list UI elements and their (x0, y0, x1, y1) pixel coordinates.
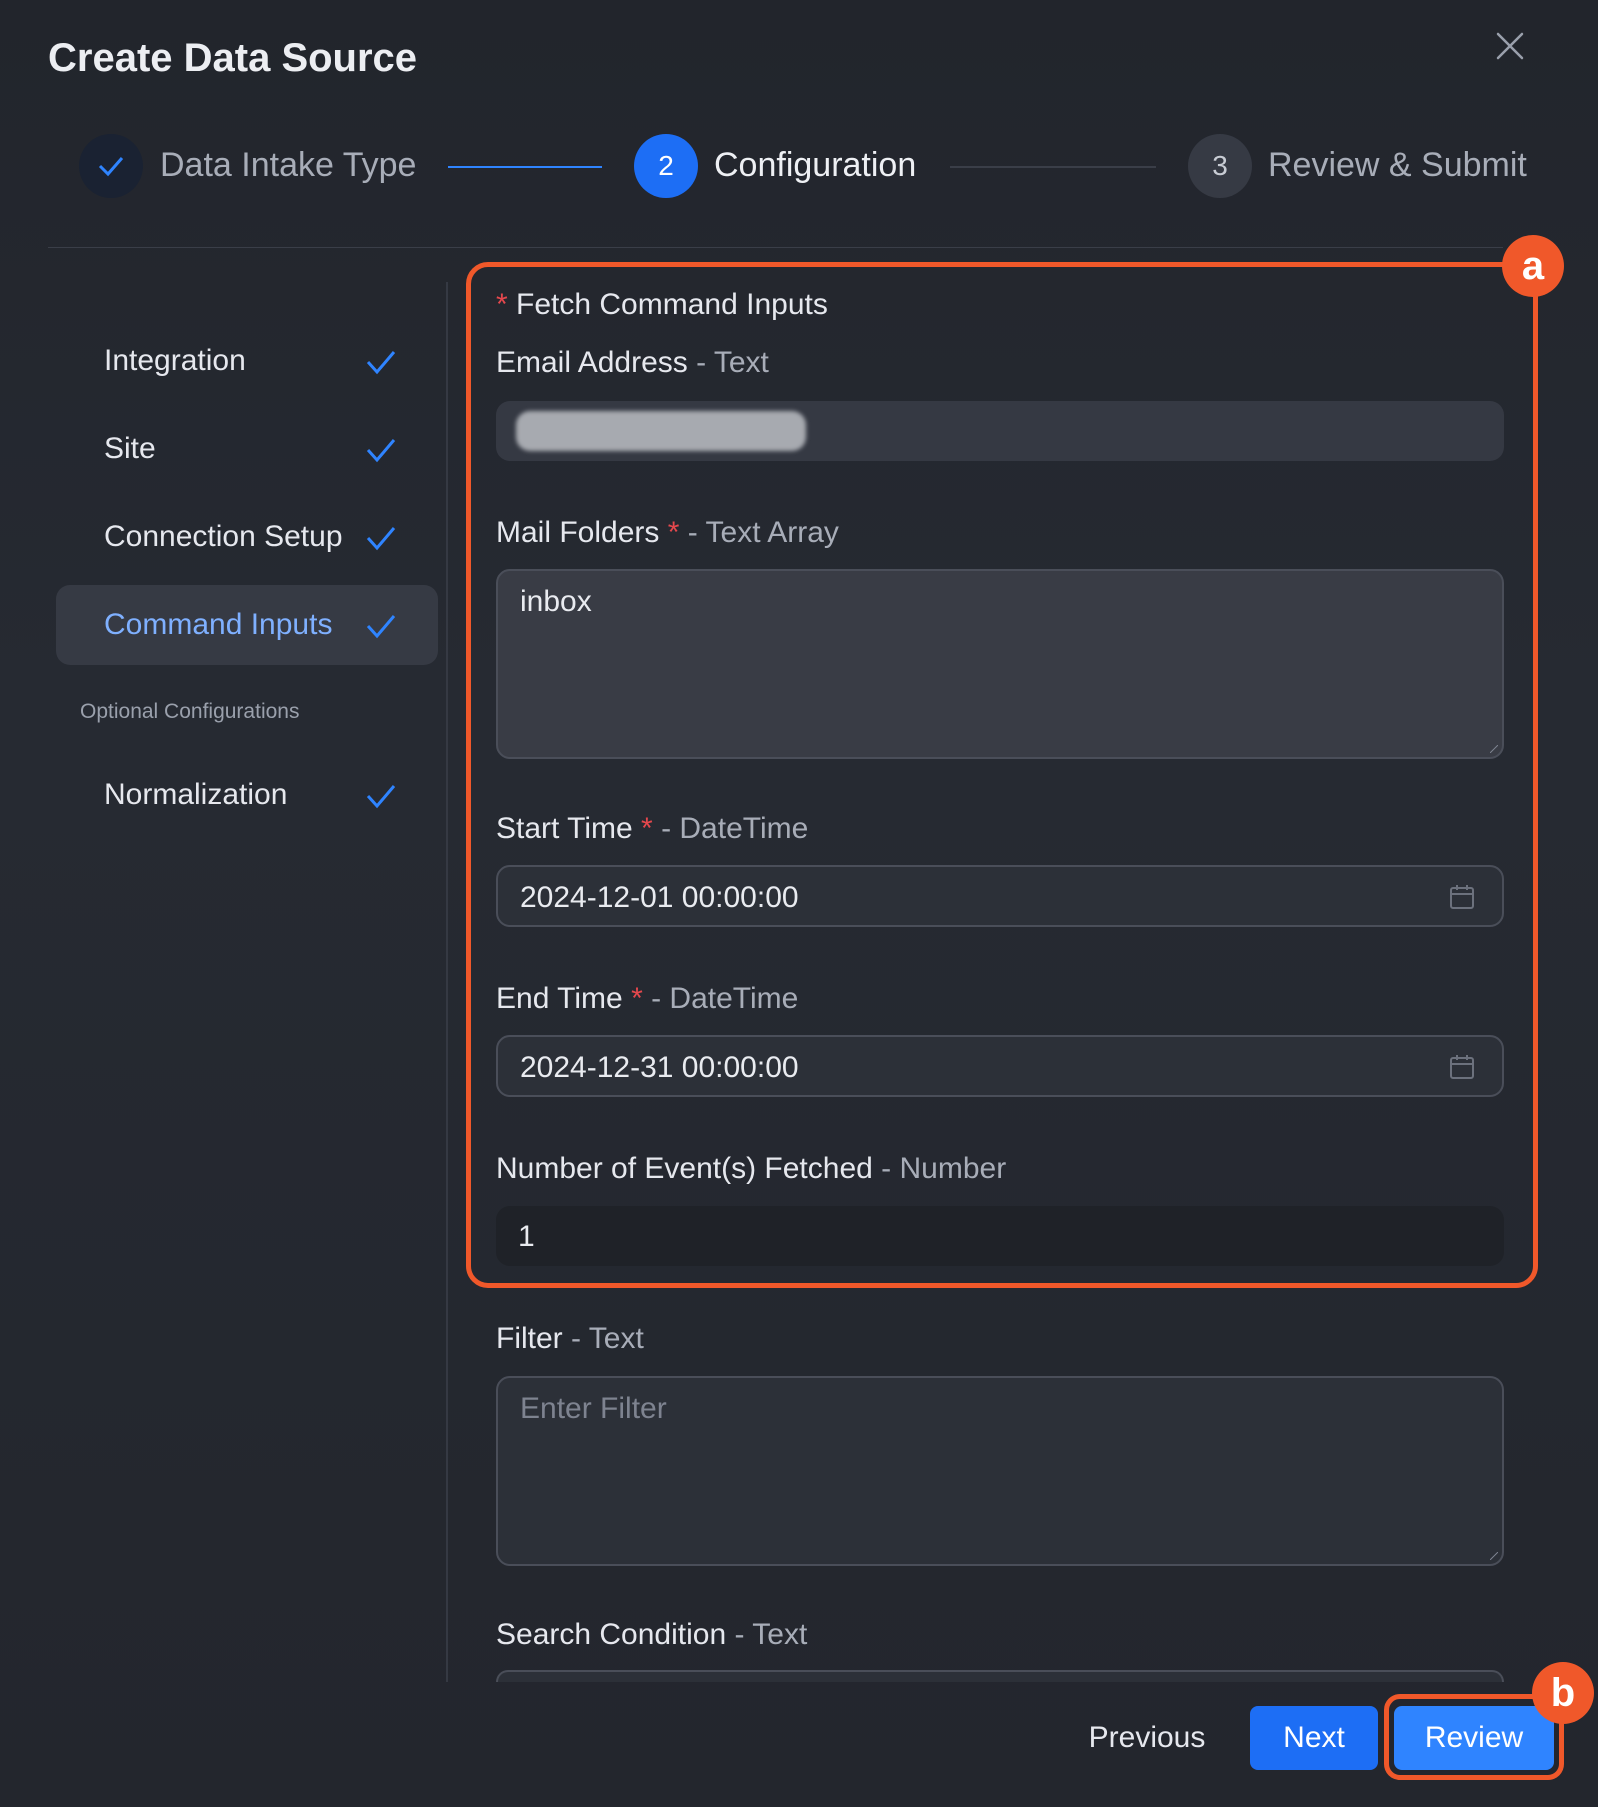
annotation-badge-a: a (1502, 235, 1564, 297)
step-1-label: Data Intake Type (160, 146, 417, 184)
dialog-title: Create Data Source (48, 36, 418, 80)
resize-handle-icon[interactable] (1490, 1552, 1498, 1560)
filter-type: - Text (562, 1322, 644, 1355)
step-1-done-icon (79, 134, 143, 198)
step-connector-1 (448, 166, 602, 168)
search-condition-type: - Text (726, 1618, 808, 1651)
step-2-label: Configuration (714, 146, 917, 184)
sidebar-item-label: Normalization (104, 778, 288, 811)
check-icon (366, 351, 396, 375)
sidebar-item-integration[interactable]: Integration (56, 321, 438, 401)
sidebar-item-connection-setup[interactable]: Connection Setup (56, 497, 438, 577)
sidebar-item-label: Connection Setup (104, 520, 343, 553)
previous-button[interactable]: Previous (1070, 1706, 1224, 1770)
sidebar-separator (446, 282, 448, 1682)
filter-label-text: Filter (496, 1322, 563, 1355)
highlight-box-a (466, 262, 1538, 1288)
header-divider (48, 247, 1503, 248)
step-2-circle: 2 (634, 134, 698, 198)
sidebar-item-label: Integration (104, 344, 246, 377)
filter-textarea[interactable]: Enter Filter (496, 1376, 1504, 1566)
step-3-label: Review & Submit (1268, 146, 1527, 184)
check-icon (366, 527, 396, 551)
annotation-badge-b: b (1532, 1662, 1594, 1724)
check-icon (366, 439, 396, 463)
search-condition-field[interactable] (496, 1670, 1504, 1682)
search-condition-label: Search Condition - Text (496, 1618, 807, 1652)
optional-configurations-heading: Optional Configurations (80, 700, 300, 723)
filter-placeholder: Enter Filter (520, 1392, 667, 1425)
filter-label: Filter - Text (496, 1322, 644, 1356)
next-button[interactable]: Next (1250, 1706, 1378, 1770)
check-icon (366, 615, 396, 639)
step-3-number: 3 (1212, 150, 1228, 181)
create-data-source-dialog: Create Data Source Data Intake Type 2 Co… (0, 0, 1598, 1807)
sidebar-item-command-inputs[interactable]: Command Inputs (56, 585, 438, 665)
search-condition-label-text: Search Condition (496, 1618, 727, 1651)
step-2-number: 2 (658, 150, 674, 181)
sidebar-item-label: Site (104, 432, 156, 465)
step-3-circle: 3 (1188, 134, 1252, 198)
close-icon[interactable] (1492, 28, 1528, 64)
check-icon (366, 785, 396, 809)
step-connector-2 (950, 166, 1156, 168)
sidebar-item-normalization[interactable]: Normalization (56, 755, 438, 835)
sidebar-item-label: Command Inputs (104, 608, 333, 641)
sidebar-item-site[interactable]: Site (56, 409, 438, 489)
